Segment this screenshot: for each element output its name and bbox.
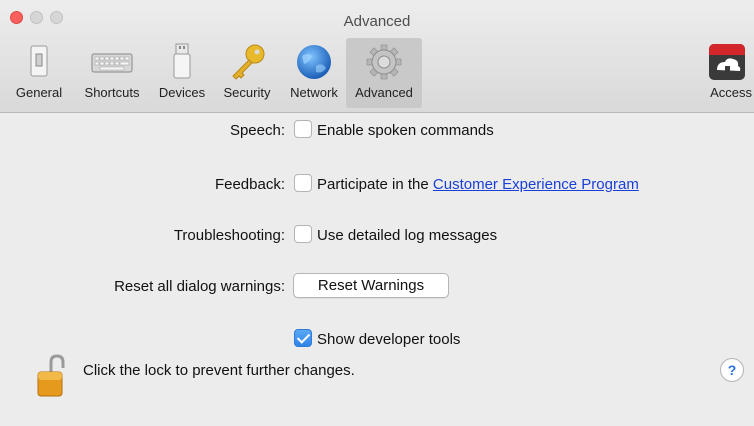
tab-devices-label: Devices bbox=[158, 85, 206, 100]
gear-icon bbox=[366, 44, 402, 80]
general-switch-icon bbox=[30, 45, 48, 77]
speech-checkbox-text[interactable]: Enable spoken commands bbox=[317, 122, 494, 139]
tab-shortcuts-label: Shortcuts bbox=[84, 85, 140, 100]
reset-warnings-row: Reset all dialog warnings: Reset Warning… bbox=[0, 273, 754, 298]
tab-general[interactable]: General bbox=[14, 38, 64, 108]
troubleshooting-row: Troubleshooting: Use detailed log messag… bbox=[0, 223, 754, 247]
advanced-settings-pane: Speech: Enable spoken commands Feedback:… bbox=[0, 114, 754, 426]
troubleshooting-label: Troubleshooting: bbox=[173, 227, 285, 244]
tab-security-label: Security bbox=[223, 85, 271, 100]
troubleshooting-checkbox-text[interactable]: Use detailed log messages bbox=[317, 227, 497, 244]
key-icon bbox=[232, 44, 265, 80]
lock-icon[interactable] bbox=[36, 354, 70, 398]
tab-advanced[interactable]: Advanced bbox=[346, 38, 422, 108]
feedback-checkbox-text[interactable]: Participate in the Customer Experience P… bbox=[317, 176, 639, 193]
help-button[interactable]: ? bbox=[720, 358, 744, 382]
tab-general-label: General bbox=[15, 85, 63, 100]
keyboard-icon bbox=[91, 53, 133, 73]
customer-experience-program-link[interactable]: Customer Experience Program bbox=[433, 176, 639, 193]
reset-warnings-button[interactable]: Reset Warnings bbox=[293, 273, 449, 298]
developer-tools-checkbox-text[interactable]: Show developer tools bbox=[317, 331, 460, 348]
preferences-window: Advanced General Shortcuts Devices Secur… bbox=[0, 0, 754, 426]
tab-network[interactable]: Network bbox=[282, 38, 346, 108]
tab-devices[interactable]: Devices bbox=[152, 38, 212, 108]
usb-device-icon bbox=[173, 43, 191, 79]
titlebar-toolbar: Advanced General Shortcuts Devices Secur… bbox=[0, 0, 754, 113]
feedback-label: Feedback: bbox=[214, 176, 285, 193]
parallels-access-icon bbox=[709, 44, 745, 80]
feedback-checkbox[interactable] bbox=[294, 174, 312, 192]
lock-status-text: Click the lock to prevent further change… bbox=[83, 362, 355, 379]
speech-row: Speech: Enable spoken commands bbox=[0, 118, 754, 142]
developer-tools-checkbox[interactable] bbox=[294, 329, 312, 347]
window-title: Advanced bbox=[343, 13, 411, 30]
tab-access[interactable]: Access bbox=[700, 38, 754, 108]
troubleshooting-checkbox[interactable] bbox=[294, 225, 312, 243]
speech-label: Speech: bbox=[229, 122, 285, 139]
globe-icon bbox=[297, 45, 331, 79]
tab-advanced-label: Advanced bbox=[355, 85, 413, 100]
tab-shortcuts[interactable]: Shortcuts bbox=[76, 38, 148, 108]
reset-warnings-label: Reset all dialog warnings: bbox=[114, 278, 285, 295]
feedback-row: Feedback: Participate in the Customer Ex… bbox=[0, 172, 754, 196]
tab-network-label: Network bbox=[290, 85, 338, 100]
tab-access-label: Access bbox=[710, 85, 752, 100]
speech-checkbox[interactable] bbox=[294, 120, 312, 138]
feedback-text-prefix: Participate in the bbox=[317, 176, 433, 193]
developer-tools-row: Show developer tools bbox=[0, 327, 754, 351]
tab-security[interactable]: Security bbox=[216, 38, 278, 108]
